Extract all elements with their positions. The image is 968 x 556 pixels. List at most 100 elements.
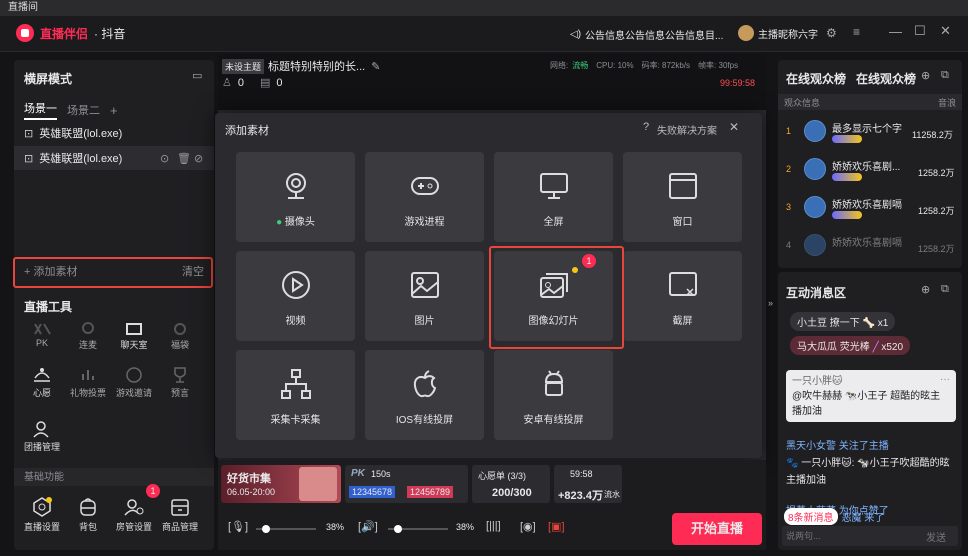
tool-label: 连麦 bbox=[78, 340, 97, 350]
tile-screenshot[interactable]: 截屏 bbox=[623, 251, 742, 341]
message-item: 🐾 一只小胖🐱: 🐄小王子吹超酷的昡主播加油 bbox=[786, 458, 950, 486]
new-message-badge[interactable]: 8条新消息 bbox=[784, 508, 838, 525]
send-button[interactable]: 发送 bbox=[926, 529, 946, 544]
link-mic-tool[interactable]: 连麦 bbox=[68, 322, 108, 351]
wish-card[interactable]: 心愿单 (3/3) 200/300 bbox=[472, 465, 550, 503]
speaker-volume-slider[interactable] bbox=[388, 525, 448, 533]
left-panel: 横屏模式 ▭ 场景一 场景二 + ⊡ 英雄联盟(lol.exe) ⊡ 英雄联盟(… bbox=[14, 60, 214, 550]
maximize-icon[interactable]: ☐ bbox=[914, 23, 926, 39]
delete-icon[interactable]: 🗑 bbox=[177, 152, 191, 165]
mode-switch-icon[interactable]: ▭ bbox=[192, 69, 202, 82]
audience-rank-panel: 在线观众榜 在线观众榜 ⊕ ⧉ 观众信息 音浪 1 最多显示七个字 11258.… bbox=[778, 60, 962, 268]
microphone-icon[interactable]: [🎙] bbox=[228, 520, 248, 533]
rank-header: 观众信息 bbox=[784, 97, 821, 108]
minimize-icon[interactable]: — bbox=[889, 24, 902, 39]
dialog-title: 添加素材 bbox=[225, 125, 269, 137]
shop-time: 06.05-20:00 bbox=[227, 487, 276, 497]
app-top-bar: 直播伴侣 · 抖音 ◁) 公告信息公告信息公告信息目... 主播昵称六字 ⚙ ≡… bbox=[0, 16, 968, 52]
pinned-message[interactable]: 一只小胖🐱 @吹牛赫赫 🐄小王子 超酷的昡主播加油 ··· bbox=[786, 370, 956, 422]
rank-row[interactable]: 4 娇娇欢乐喜剧嗝 1258.2万 bbox=[778, 228, 962, 264]
speaker-icon[interactable]: [🔊] bbox=[358, 520, 378, 533]
collapse-arrow-icon[interactable]: » bbox=[768, 298, 773, 308]
tile-fullscreen[interactable]: 全屏 bbox=[494, 152, 613, 242]
camera-toggle-icon[interactable]: [◉] bbox=[520, 520, 536, 533]
gift-count: x520 bbox=[881, 342, 904, 353]
add-scene-button[interactable]: + bbox=[110, 103, 118, 118]
scissors-icon bbox=[669, 272, 697, 296]
pk-tool[interactable]: PK bbox=[22, 322, 62, 348]
dialog-close-button[interactable]: ✕ bbox=[729, 120, 739, 134]
help-link[interactable]: 失败解决方案 bbox=[657, 122, 717, 137]
scene-tab-1[interactable]: 场景一 bbox=[24, 100, 57, 120]
add-icon[interactable]: ⊕ bbox=[921, 69, 930, 82]
settings-icon[interactable]: ⚙ bbox=[826, 26, 837, 40]
tile-window[interactable]: 窗口 bbox=[623, 152, 742, 242]
level-badge bbox=[832, 135, 862, 143]
user-avatar[interactable] bbox=[738, 25, 754, 41]
gift-vote-tool[interactable]: 礼物投票 bbox=[68, 366, 108, 399]
mic-volume-slider[interactable] bbox=[256, 525, 316, 533]
rank-tab-1[interactable]: 在线观众榜 bbox=[786, 70, 846, 87]
product-manage-tool[interactable]: 商品管理 bbox=[160, 496, 200, 533]
tile-android-cast[interactable]: 安卓有线投屏 bbox=[494, 350, 613, 440]
tile-camera[interactable]: ● 摄像头 bbox=[236, 152, 355, 242]
revenue-value: +823.4万 bbox=[558, 490, 603, 502]
tile-ios-cast[interactable]: IOS有线投屏 bbox=[365, 350, 484, 440]
popout-icon[interactable]: ⧉ bbox=[941, 283, 949, 296]
scene-tab-2[interactable]: 场景二 bbox=[67, 102, 100, 118]
add-icon[interactable]: ⊕ bbox=[921, 283, 930, 296]
wish-tool[interactable]: 心愿 bbox=[22, 366, 62, 399]
topic-tag[interactable]: 未设主题 bbox=[222, 58, 265, 74]
chatroom-tool[interactable]: 聊天室 bbox=[114, 322, 154, 351]
popout-icon[interactable]: ⧉ bbox=[941, 69, 949, 82]
notice-text[interactable]: 公告信息公告信息公告信息目... bbox=[585, 27, 723, 42]
interaction-panel: 互动消息区 ⊕ ⧉ 小土豆 撩一下 🦴 x1 马大瓜瓜 荧光棒 ╱ x520 一… bbox=[778, 272, 962, 550]
chat-input[interactable] bbox=[786, 528, 916, 544]
user-name[interactable]: 主播昵称六字 bbox=[758, 26, 818, 41]
mode-title: 横屏模式 bbox=[24, 72, 73, 86]
tile-capture-card[interactable]: 采集卡采集 bbox=[236, 350, 355, 440]
record-icon[interactable]: [▣] bbox=[548, 520, 565, 533]
live-settings-tool[interactable]: 直播设置 bbox=[22, 496, 62, 533]
more-icon[interactable]: ··· bbox=[940, 372, 950, 387]
help-icon[interactable]: ? bbox=[643, 121, 649, 133]
rank-tab-2[interactable]: 在线观众榜 bbox=[856, 70, 916, 87]
close-icon[interactable]: ✕ bbox=[940, 23, 951, 39]
tile-game-process[interactable]: 游戏进程 bbox=[365, 152, 484, 242]
rank-row[interactable]: 2 娇娇欢乐喜剧... 1258.2万 bbox=[778, 152, 962, 188]
notice-icon: ◁) bbox=[570, 29, 582, 40]
group-manage-tool[interactable]: 团播管理 bbox=[22, 420, 62, 453]
revenue-card[interactable]: 59:58 +823.4万 流水 bbox=[554, 465, 622, 503]
tile-image[interactable]: 图片 bbox=[365, 251, 484, 341]
gamepad-icon: ⊡ bbox=[24, 152, 34, 165]
prophecy-tool[interactable]: 预言 bbox=[160, 366, 200, 399]
tile-video[interactable]: 视频 bbox=[236, 251, 355, 341]
edit-icon[interactable]: ✎ bbox=[371, 60, 380, 73]
gift-message: 小土豆 撩一下 🦴 x1 bbox=[790, 312, 896, 331]
mixer-icon[interactable]: [|||] bbox=[486, 520, 501, 532]
fps-stat: 帧率: 30fps bbox=[698, 61, 739, 70]
tool-label: 福袋 bbox=[170, 340, 189, 350]
shop-card[interactable]: 好货市集 06.05-20:00 bbox=[221, 465, 341, 503]
pk-card[interactable]: PK 150s 12345678 12456789 bbox=[345, 465, 468, 503]
stream-title[interactable]: 标题特别特别的长... bbox=[268, 58, 365, 74]
start-live-button[interactable]: 开始直播 bbox=[672, 513, 762, 545]
lucky-bag-tool[interactable]: 福袋 bbox=[160, 322, 200, 351]
menu-icon[interactable]: ≡ bbox=[853, 25, 860, 39]
avatar bbox=[804, 196, 826, 218]
rank-value: 11258.2万 bbox=[912, 130, 953, 140]
hide-icon[interactable]: ⊘ bbox=[194, 152, 203, 165]
backpack-tool[interactable]: 背包 bbox=[68, 496, 108, 533]
source-item-2[interactable]: 英雄联盟(lol.exe) bbox=[39, 150, 122, 166]
rank-row[interactable]: 3 娇娇欢乐喜剧嗝 1258.2万 bbox=[778, 190, 962, 226]
rank-name: 娇娇欢乐喜剧嗝 bbox=[832, 238, 902, 249]
basic-section-header: 基础功能 bbox=[14, 468, 214, 486]
rank-value: 1258.2万 bbox=[918, 244, 955, 254]
hierarchy-icon bbox=[281, 369, 311, 399]
room-admin-tool[interactable]: 房管设置 bbox=[114, 496, 154, 533]
rank-name: 娇娇欢乐喜剧嗝 bbox=[832, 200, 902, 211]
game-invite-tool[interactable]: 游戏邀请 bbox=[114, 366, 154, 399]
source-settings-icon[interactable]: ⊙ bbox=[160, 152, 169, 165]
source-item-1[interactable]: 英雄联盟(lol.exe) bbox=[39, 125, 122, 141]
rank-row[interactable]: 1 最多显示七个字 11258.2万 bbox=[778, 114, 962, 150]
